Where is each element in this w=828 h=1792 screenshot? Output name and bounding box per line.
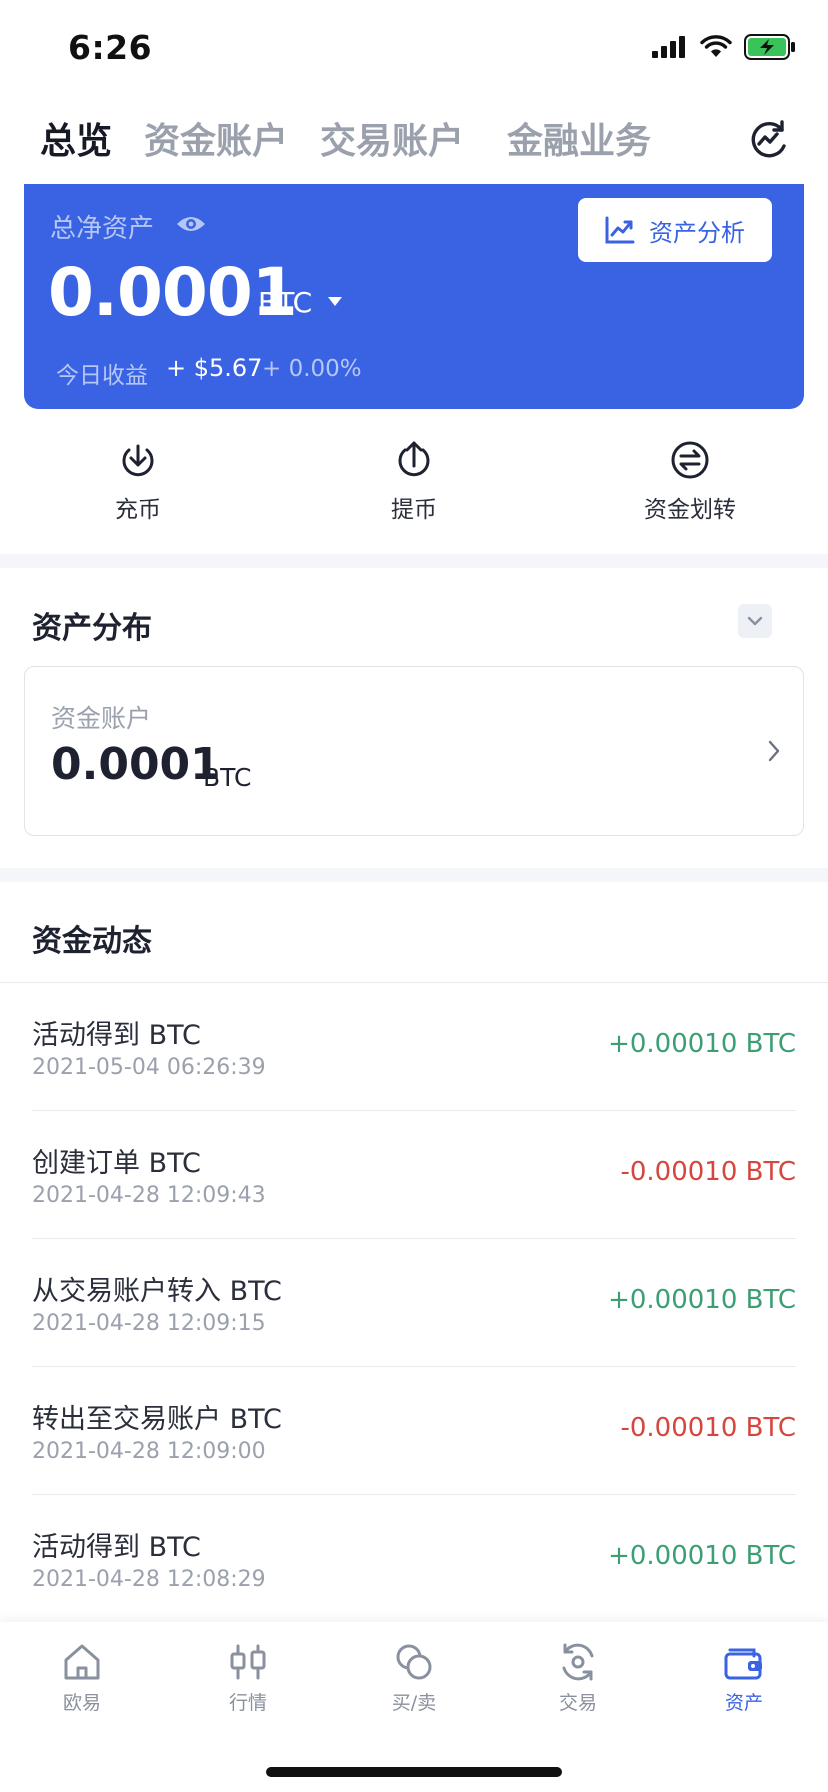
funding-account-unit: BTC bbox=[203, 763, 252, 792]
activity-time: 2021-05-04 06:26:39 bbox=[32, 1055, 266, 1080]
sync-chart-icon bbox=[751, 120, 786, 158]
activity-list: 活动得到 BTC 2021-05-04 06:26:39 +0.00010 BT… bbox=[32, 983, 796, 1623]
activity-amount: -0.00010 BTC bbox=[620, 1413, 796, 1443]
nav-buy-sell[interactable]: 买/卖 bbox=[354, 1640, 474, 1715]
home-indicator bbox=[266, 1767, 562, 1777]
status-icons bbox=[652, 34, 796, 60]
activity-title-text: 从交易账户转入 BTC bbox=[32, 1276, 282, 1307]
tab-financial-services[interactable]: 金融业务 bbox=[507, 112, 651, 164]
activity-amount: +0.00010 BTC bbox=[608, 1029, 796, 1059]
activity-row[interactable]: 创建订单 BTC 2021-04-28 12:09:43 -0.00010 BT… bbox=[32, 1111, 796, 1239]
deposit-icon bbox=[122, 444, 154, 477]
assets-page: 6:26 总览 资金账户 交易账户 金融业务 总净资产 0.0001 BTC 今… bbox=[0, 0, 828, 1792]
tab-overview[interactable]: 总览 bbox=[40, 112, 112, 164]
sync-button[interactable] bbox=[744, 116, 792, 164]
signal-icon bbox=[652, 36, 685, 58]
funding-account-card[interactable]: 资金账户 0.0001 BTC bbox=[24, 666, 804, 836]
caret-down-icon[interactable] bbox=[328, 297, 342, 306]
activity-time: 2021-04-28 12:08:29 bbox=[32, 1567, 266, 1592]
activity-time: 2021-04-28 12:09:00 bbox=[32, 1439, 266, 1464]
nav-markets-label: 行情 bbox=[228, 1692, 267, 1714]
asset-analysis-button[interactable]: 资产分析 bbox=[578, 198, 772, 262]
section-divider bbox=[0, 554, 828, 568]
battery-charging-icon bbox=[744, 34, 795, 60]
quick-actions: 充币 提币 资金划转 bbox=[0, 428, 828, 548]
activity-time: 2021-04-28 12:09:15 bbox=[32, 1311, 266, 1336]
wifi-icon bbox=[700, 35, 732, 57]
nav-assets-label: 资产 bbox=[724, 1692, 763, 1714]
transfer-button[interactable]: 资金划转 bbox=[600, 428, 780, 524]
funding-account-label: 资金账户 bbox=[51, 704, 152, 733]
activity-amount: +0.00010 BTC bbox=[608, 1285, 796, 1315]
funding-account-value: 0.0001 bbox=[51, 739, 221, 790]
nav-buy-sell-label: 买/卖 bbox=[391, 1692, 437, 1714]
tab-trading-account[interactable]: 交易账户 bbox=[320, 112, 464, 164]
trade-cycle-icon bbox=[562, 1643, 594, 1681]
distribution-title: 资产分布 bbox=[32, 611, 152, 646]
today-pnl-label: 今日收益 bbox=[56, 363, 148, 389]
status-time: 6:26 bbox=[68, 28, 153, 67]
nav-markets[interactable]: 行情 bbox=[188, 1640, 308, 1715]
coins-icon bbox=[396, 1644, 432, 1680]
transfer-label: 资金划转 bbox=[644, 497, 736, 523]
activity-title-text: 活动得到 BTC bbox=[32, 1532, 201, 1563]
wallet-icon bbox=[724, 1648, 762, 1680]
status-bar: 6:26 bbox=[0, 0, 828, 98]
transfer-icon bbox=[671, 441, 709, 479]
activity-row[interactable]: 活动得到 BTC 2021-04-28 12:08:29 +0.00010 BT… bbox=[32, 1495, 796, 1623]
chevron-right-icon bbox=[768, 740, 780, 762]
candlestick-icon bbox=[230, 1644, 266, 1680]
activity-title-text: 转出至交易账户 BTC bbox=[32, 1404, 282, 1435]
activity-amount: +0.00010 BTC bbox=[608, 1541, 796, 1571]
withdraw-icon bbox=[398, 441, 430, 477]
today-pnl-percent: + 0.00% bbox=[262, 356, 362, 382]
total-assets-label: 总净资产 bbox=[50, 214, 155, 244]
nav-trade[interactable]: 交易 bbox=[518, 1640, 638, 1715]
eye-icon[interactable] bbox=[176, 214, 206, 234]
today-pnl-value: + $5.67 bbox=[166, 354, 263, 382]
asset-analysis-label: 资产分析 bbox=[649, 218, 745, 247]
activity-amount: -0.00010 BTC bbox=[620, 1157, 796, 1187]
home-icon bbox=[64, 1644, 100, 1680]
activity-row[interactable]: 活动得到 BTC 2021-05-04 06:26:39 +0.00010 BT… bbox=[32, 983, 796, 1111]
deposit-label: 充币 bbox=[115, 497, 161, 523]
nav-trade-label: 交易 bbox=[558, 1692, 597, 1714]
nav-home[interactable]: 欧易 bbox=[22, 1640, 142, 1715]
withdraw-label: 提币 bbox=[391, 497, 437, 523]
collapse-distribution-button[interactable] bbox=[738, 604, 772, 638]
withdraw-button[interactable]: 提币 bbox=[324, 428, 504, 524]
activity-title: 资金动态 bbox=[32, 924, 152, 959]
section-divider bbox=[0, 868, 828, 882]
activity-title-text: 活动得到 BTC bbox=[32, 1020, 201, 1051]
line-chart-icon bbox=[605, 216, 635, 244]
activity-time: 2021-04-28 12:09:43 bbox=[32, 1183, 266, 1208]
activity-row[interactable]: 转出至交易账户 BTC 2021-04-28 12:09:00 -0.00010… bbox=[32, 1367, 796, 1495]
account-tabs: 总览 资金账户 交易账户 金融业务 bbox=[0, 112, 828, 178]
currency-selector[interactable]: BTC bbox=[258, 286, 312, 319]
chevron-down-icon bbox=[747, 616, 763, 626]
total-assets-card: 总净资产 0.0001 BTC 今日收益 + $5.67 + 0.00% 资产分… bbox=[24, 184, 804, 409]
activity-title-text: 创建订单 BTC bbox=[32, 1148, 201, 1179]
tab-funding-account[interactable]: 资金账户 bbox=[144, 112, 288, 164]
nav-assets[interactable]: 资产 bbox=[684, 1640, 804, 1715]
activity-row[interactable]: 从交易账户转入 BTC 2021-04-28 12:09:15 +0.00010… bbox=[32, 1239, 796, 1367]
nav-home-label: 欧易 bbox=[62, 1692, 101, 1714]
deposit-button[interactable]: 充币 bbox=[48, 428, 228, 524]
